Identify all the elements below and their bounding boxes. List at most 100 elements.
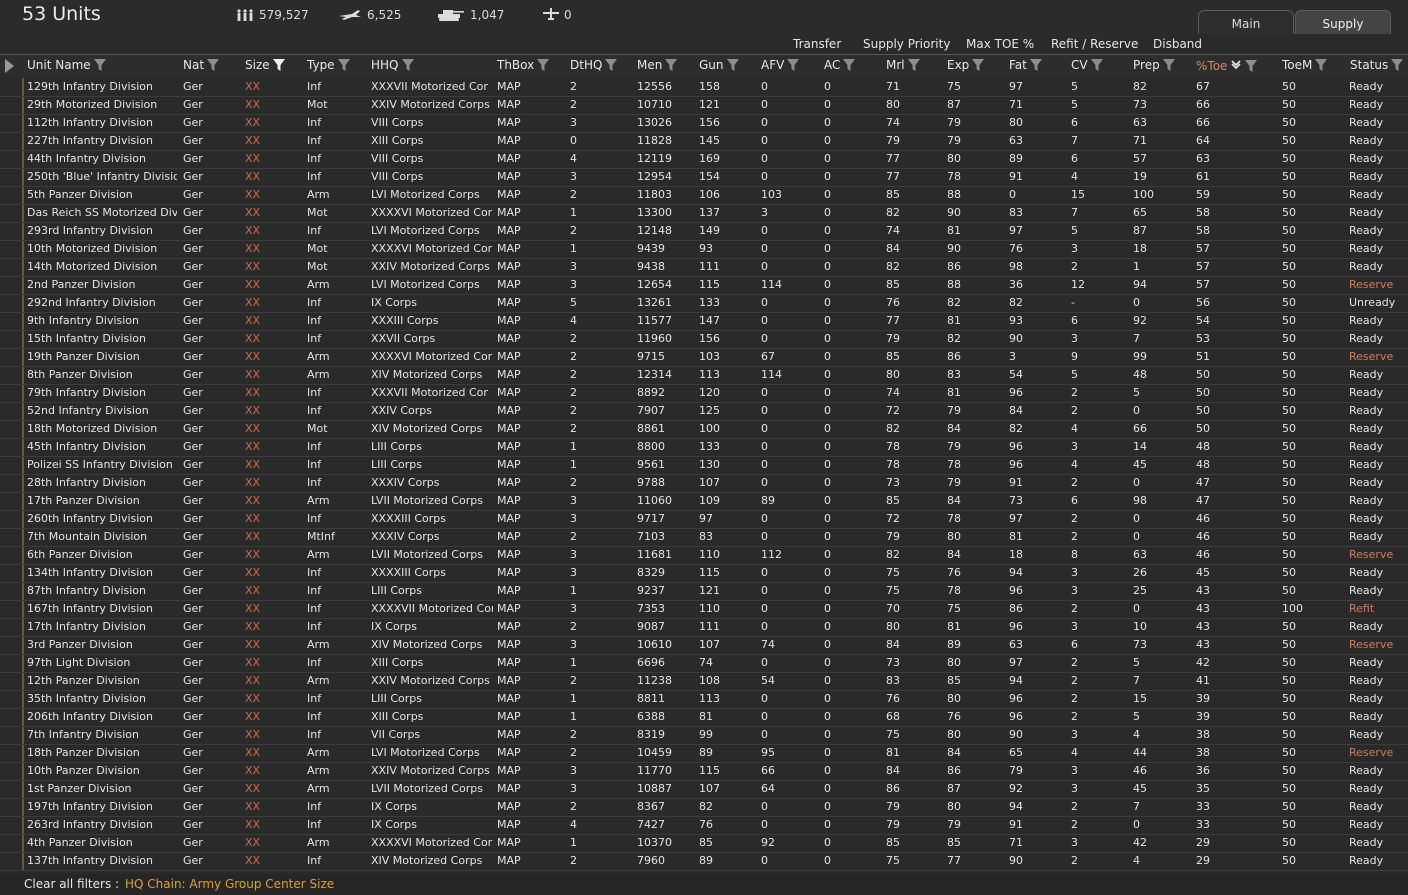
table-row[interactable]: 9th Infantry Division Ger XX Inf XXXIII Corp…	[0, 312, 1408, 331]
cell-unit-name[interactable]: 97th Light Division	[27, 656, 177, 670]
filter-icon[interactable]	[272, 59, 285, 71]
cell-unit-name[interactable]: Polizei SS Infantry Division	[27, 458, 177, 472]
table-row[interactable]: 14th Motorized Division Ger XX Mot XXIV Moto…	[0, 258, 1408, 277]
filter-icon[interactable]	[1315, 59, 1328, 71]
supply-priority-button[interactable]: Supply Priority	[863, 37, 950, 51]
table-row[interactable]: 19th Panzer Division Ger XX Arm XXXXVI Motor…	[0, 348, 1408, 367]
tab-main[interactable]: Main	[1198, 10, 1294, 34]
table-row[interactable]: 12th Panzer Division Ger XX Arm XXIV Motoriz…	[0, 672, 1408, 691]
table-row[interactable]: 263rd Infantry Division Ger XX Inf IX Corps M…	[0, 816, 1408, 835]
filter-icon[interactable]	[605, 59, 618, 71]
table-row[interactable]: 79th Infantry Division Ger XX Inf XXXVII Mot…	[0, 384, 1408, 403]
cell-unit-name[interactable]: 250th 'Blue' Infantry Division	[27, 170, 177, 184]
cell-unit-name[interactable]: 3rd Panzer Division	[27, 638, 177, 652]
table-row[interactable]: 1st Panzer Division Ger XX Arm LVII Motorize…	[0, 780, 1408, 799]
filter-icon[interactable]	[843, 59, 856, 71]
table-row[interactable]: 7th Infantry Division Ger XX Inf VII Corps MA…	[0, 726, 1408, 745]
max-toe-button[interactable]: Max TOE %	[966, 37, 1034, 51]
table-row[interactable]: 15th Infantry Division Ger XX Inf XXVII Corp…	[0, 330, 1408, 349]
cell-unit-name[interactable]: 197th Infantry Division	[27, 800, 177, 814]
cell-unit-name[interactable]: 5th Panzer Division	[27, 188, 177, 202]
table-row[interactable]: 45th Infantry Division Ger XX Inf LIII Corps…	[0, 438, 1408, 457]
cell-unit-name[interactable]: 4th Panzer Division	[27, 836, 177, 850]
column-header-afv[interactable]: AFV	[761, 58, 800, 72]
cell-unit-name[interactable]: 1st Panzer Division	[27, 782, 177, 796]
cell-unit-name[interactable]: 260th Infantry Division	[27, 512, 177, 526]
table-row[interactable]: 137th Infantry Division Ger XX Inf XIV Motor…	[0, 852, 1408, 871]
column-header-nat[interactable]: Nat	[183, 58, 220, 72]
table-row[interactable]: 10th Panzer Division Ger XX Arm XXIV Motoriz…	[0, 762, 1408, 781]
column-header-cv[interactable]: CV	[1071, 58, 1103, 72]
table-row[interactable]: 112th Infantry Division Ger XX Inf VIII Corp…	[0, 114, 1408, 133]
table-row[interactable]: 17th Infantry Division Ger XX Inf IX Corps MA…	[0, 618, 1408, 637]
column-header-size[interactable]: Size	[245, 58, 285, 72]
table-row[interactable]: Polizei SS Infantry Division Ger XX Inf LIII…	[0, 456, 1408, 475]
filter-icon[interactable]	[907, 59, 920, 71]
cell-unit-name[interactable]: 137th Infantry Division	[27, 854, 177, 868]
table-row[interactable]: 52nd Infantry Division Ger XX Inf XXIV Corps…	[0, 402, 1408, 421]
cell-unit-name[interactable]: 52nd Infantry Division	[27, 404, 177, 418]
filter-icon[interactable]	[93, 59, 106, 71]
column-header-gun[interactable]: Gun	[699, 58, 739, 72]
table-row[interactable]: 2nd Panzer Division Ger XX Arm LVI Motorized…	[0, 276, 1408, 295]
cell-unit-name[interactable]: 19th Panzer Division	[27, 350, 177, 364]
filter-icon[interactable]	[1029, 59, 1042, 71]
table-row[interactable]: 87th Infantry Division Ger XX Inf LIII Corps…	[0, 582, 1408, 601]
cell-unit-name[interactable]: 10th Motorized Division	[27, 242, 177, 256]
sort-desc-icon[interactable]	[1230, 58, 1242, 73]
cell-unit-name[interactable]: 18th Panzer Division	[27, 746, 177, 760]
table-row[interactable]: 10th Motorized Division Ger XX Mot XXXXVI Mo…	[0, 240, 1408, 259]
cell-unit-name[interactable]: 134th Infantry Division	[27, 566, 177, 580]
cell-unit-name[interactable]: 8th Panzer Division	[27, 368, 177, 382]
filter-icon[interactable]	[1162, 59, 1175, 71]
cell-unit-name[interactable]: 79th Infantry Division	[27, 386, 177, 400]
table-row[interactable]: 293rd Infantry Division Ger XX Inf LVI Motor…	[0, 222, 1408, 241]
cell-unit-name[interactable]: 44th Infantry Division	[27, 152, 177, 166]
cell-unit-name[interactable]: 18th Motorized Division	[27, 422, 177, 436]
table-row[interactable]: 292nd Infantry Division Ger XX Inf IX Corps M…	[0, 294, 1408, 313]
cell-unit-name[interactable]: 7th Infantry Division	[27, 728, 177, 742]
transfer-button[interactable]: Transfer	[793, 37, 841, 51]
filter-icon[interactable]	[1245, 59, 1258, 72]
table-row[interactable]: 8th Panzer Division Ger XX Arm XIV Motorized…	[0, 366, 1408, 385]
cell-unit-name[interactable]: 15th Infantry Division	[27, 332, 177, 346]
filter-icon[interactable]	[1090, 59, 1103, 71]
cell-unit-name[interactable]: 17th Panzer Division	[27, 494, 177, 508]
cell-unit-name[interactable]: 28th Infantry Division	[27, 476, 177, 490]
table-row[interactable]: 18th Motorized Division Ger XX Mot XIV Motor…	[0, 420, 1408, 439]
table-row[interactable]: 134th Infantry Division Ger XX Inf XXXXIII C…	[0, 564, 1408, 583]
column-header-ac[interactable]: AC	[824, 58, 856, 72]
cell-unit-name[interactable]: Das Reich SS Motorized Divis	[27, 206, 177, 220]
cell-unit-name[interactable]: 292nd Infantry Division	[27, 296, 177, 310]
cell-unit-name[interactable]: 12th Panzer Division	[27, 674, 177, 688]
column-header-toem[interactable]: ToeM	[1282, 58, 1328, 72]
cell-unit-name[interactable]: 87th Infantry Division	[27, 584, 177, 598]
table-row[interactable]: 29th Motorized Division Ger XX Mot XXIV Moto…	[0, 96, 1408, 115]
table-row[interactable]: 197th Infantry Division Ger XX Inf IX Corps M…	[0, 798, 1408, 817]
table-row[interactable]: Das Reich SS Motorized Divis Ger XX Mot XXXX…	[0, 204, 1408, 223]
expand-arrow-icon[interactable]	[5, 59, 14, 73]
column-header-hhq[interactable]: HHQ	[371, 58, 414, 72]
filter-icon[interactable]	[337, 59, 350, 71]
cell-unit-name[interactable]: 45th Infantry Division	[27, 440, 177, 454]
filter-icon[interactable]	[207, 59, 220, 71]
column-header-fat[interactable]: Fat	[1009, 58, 1042, 72]
table-row[interactable]: 44th Infantry Division Ger XX Inf VIII Corps…	[0, 150, 1408, 169]
table-row[interactable]: 7th Mountain Division Ger XX MtInf XXXIV Cor…	[0, 528, 1408, 547]
column-header-type[interactable]: Type	[307, 58, 350, 72]
table-row[interactable]: 6th Panzer Division Ger XX Arm LVII Motorize…	[0, 546, 1408, 565]
cell-unit-name[interactable]: 227th Infantry Division	[27, 134, 177, 148]
column-header-thbox[interactable]: ThBox	[497, 58, 550, 72]
column-header-status[interactable]: Status	[1350, 58, 1404, 72]
cell-unit-name[interactable]: 129th Infantry Division	[27, 80, 177, 94]
filter-icon[interactable]	[665, 59, 678, 71]
table-row[interactable]: 250th 'Blue' Infantry Division Ger XX Inf VI…	[0, 168, 1408, 187]
cell-unit-name[interactable]: 263rd Infantry Division	[27, 818, 177, 832]
filter-icon[interactable]	[1391, 59, 1404, 71]
cell-unit-name[interactable]: 14th Motorized Division	[27, 260, 177, 274]
table-row[interactable]: 206th Infantry Division Ger XX Inf XIII Corp…	[0, 708, 1408, 727]
table-row[interactable]: 167th Infantry Division Ger XX Inf XXXXVII M…	[0, 600, 1408, 619]
table-row[interactable]: 129th Infantry Division Ger XX Inf XXXVII Mo…	[0, 78, 1408, 97]
filter-icon[interactable]	[726, 59, 739, 71]
cell-unit-name[interactable]: 2nd Panzer Division	[27, 278, 177, 292]
